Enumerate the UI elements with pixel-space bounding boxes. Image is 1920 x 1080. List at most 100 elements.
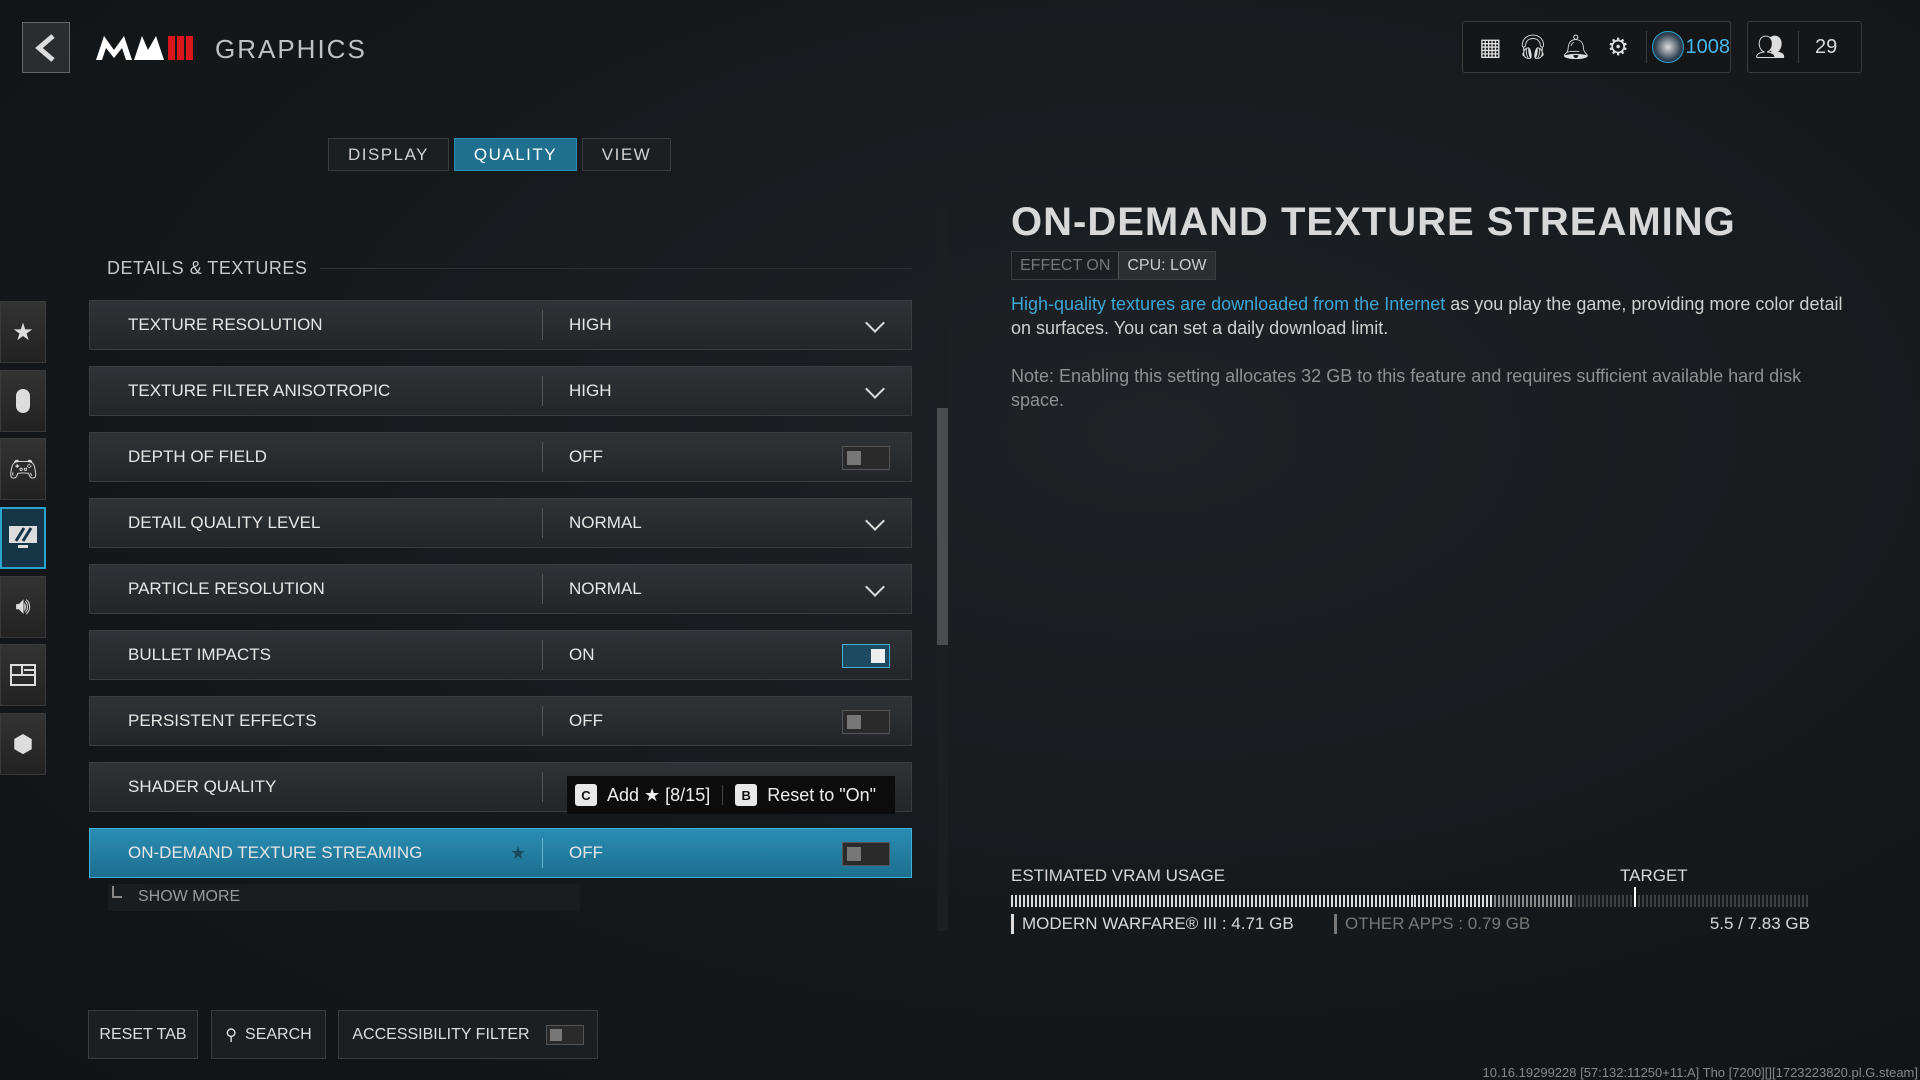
search-button[interactable]: ⚲ SEARCH [211, 1010, 326, 1059]
setting-toggle[interactable] [842, 644, 890, 668]
vram-tick [1722, 895, 1725, 907]
show-more-button[interactable]: SHOW MORE [108, 884, 580, 911]
vram-tick [1274, 895, 1277, 907]
setting-label: DEPTH OF FIELD [128, 447, 267, 466]
favorite-star-icon[interactable]: ★ [510, 843, 526, 864]
vram-tick [1366, 895, 1369, 907]
star-icon: ★ [12, 318, 34, 346]
vram-tick [1094, 895, 1097, 907]
player-emblem-icon[interactable] [1652, 31, 1684, 63]
chevron-down-icon[interactable] [865, 577, 885, 597]
setting-row[interactable]: TEXTURE FILTER ANISOTROPIC HIGH [89, 366, 912, 416]
vram-tick [1766, 895, 1769, 907]
page-title: GRAPHICS [215, 34, 367, 64]
vram-tick [1086, 895, 1089, 907]
setting-row[interactable]: ON-DEMAND TEXTURE STREAMING OFF ★ [89, 828, 912, 878]
back-button[interactable] [22, 22, 70, 73]
sidebar-item-audio[interactable]: 🔊︎ [0, 576, 46, 638]
vram-tick [1218, 895, 1221, 907]
setting-row[interactable]: PERSISTENT EFFECTS OFF [89, 696, 912, 746]
sidebar-item-graphics[interactable] [0, 507, 46, 569]
vram-tick [1418, 895, 1421, 907]
setting-row[interactable]: TEXTURE RESOLUTION HIGH [89, 300, 912, 350]
setting-row[interactable]: DETAIL QUALITY LEVEL NORMAL [89, 498, 912, 548]
vram-tick [1534, 895, 1537, 907]
vram-tick [1594, 895, 1597, 907]
accessibility-toggle[interactable] [545, 1024, 584, 1045]
tab-quality[interactable]: QUALITY [454, 138, 577, 171]
vram-tick [1618, 895, 1621, 907]
vram-tick [1390, 895, 1393, 907]
vram-tick [1038, 895, 1041, 907]
vram-tick [1138, 895, 1141, 907]
reset-tab-button[interactable]: RESET TAB [88, 1010, 198, 1059]
setting-row[interactable]: BULLET IMPACTS ON [89, 630, 912, 680]
bell-icon[interactable]: 🔔︎ [1554, 33, 1597, 62]
vram-tick [1514, 895, 1517, 907]
vram-tick [1494, 895, 1497, 907]
add-favorite-action[interactable]: Add ★ [8/15] [607, 785, 710, 806]
sidebar-item-network[interactable]: ⬢ [0, 713, 46, 775]
vram-tick [1354, 895, 1357, 907]
chevron-down-icon[interactable] [865, 313, 885, 333]
vram-tick [1266, 895, 1269, 907]
chevron-down-icon[interactable] [865, 511, 885, 531]
setting-value: HIGH [569, 315, 612, 334]
vram-tick [1190, 895, 1193, 907]
network-tower-icon: ⬢ [12, 730, 34, 758]
vram-tick [1250, 895, 1253, 907]
chevron-down-icon[interactable] [865, 379, 885, 399]
headset-icon[interactable]: 🎧︎ [1512, 33, 1555, 62]
description-link[interactable]: High-quality textures are downloaded fro… [1011, 294, 1445, 314]
vram-tick [1754, 895, 1757, 907]
vram-tick [1322, 895, 1325, 907]
vram-tick [1530, 895, 1533, 907]
setting-row[interactable]: PARTICLE RESOLUTION NORMAL [89, 564, 912, 614]
vram-label: ESTIMATED VRAM USAGE [1011, 866, 1226, 885]
gear-icon[interactable]: ⚙ [1597, 33, 1640, 62]
vram-tick [1386, 895, 1389, 907]
vram-tick [1790, 895, 1793, 907]
tab-view[interactable]: VIEW [582, 138, 671, 171]
sidebar-item-interface[interactable] [0, 644, 46, 706]
vram-tick [1026, 895, 1029, 907]
setting-label: TEXTURE RESOLUTION [128, 315, 323, 334]
vram-tick [1622, 895, 1625, 907]
sidebar-item-controller[interactable]: 🎮︎ [0, 438, 46, 500]
sidebar-item-mouse-keyboard[interactable] [0, 370, 46, 432]
vram-tick [1278, 895, 1281, 907]
vram-tick [1226, 895, 1229, 907]
setting-toggle[interactable] [842, 710, 890, 734]
vram-tick [1206, 895, 1209, 907]
vram-tick [1690, 895, 1693, 907]
vram-tick [1330, 895, 1333, 907]
vram-tick [1782, 895, 1785, 907]
detail-title: ON-DEMAND TEXTURE STREAMING [1011, 200, 1736, 244]
setting-toggle[interactable] [842, 842, 890, 866]
scrollbar-thumb[interactable] [937, 408, 948, 645]
build-info: 10.16.19299228 [57:132:11250+11:A] Tho [… [1482, 1065, 1919, 1080]
accessibility-filter-button[interactable]: ACCESSIBILITY FILTER [338, 1010, 598, 1059]
sidebar-item-favorites[interactable]: ★ [0, 301, 46, 363]
tab-display[interactable]: DISPLAY [328, 138, 449, 171]
vram-tick [1254, 895, 1257, 907]
vram-tick [1574, 895, 1577, 907]
setting-value: OFF [569, 843, 603, 862]
friends-box[interactable]: 👥︎ 29 [1747, 21, 1862, 73]
vram-tick [1022, 895, 1025, 907]
vram-tick [1262, 895, 1265, 907]
vram-tick [1374, 895, 1377, 907]
setting-toggle[interactable] [842, 446, 890, 470]
vram-tick [1554, 895, 1557, 907]
vram-tick [1202, 895, 1205, 907]
reset-action[interactable]: Reset to "On" [767, 785, 876, 806]
setting-value: HIGH [569, 381, 612, 400]
vram-tick [1430, 895, 1433, 907]
vram-tick [1626, 895, 1629, 907]
vram-tick [1546, 895, 1549, 907]
action-tooltip: C Add ★ [8/15] B Reset to "On" [567, 776, 895, 814]
vram-tick [1350, 895, 1353, 907]
grid-menu-icon[interactable]: ▦ [1469, 33, 1512, 62]
search-icon: ⚲ [225, 1026, 238, 1044]
setting-row[interactable]: DEPTH OF FIELD OFF [89, 432, 912, 482]
